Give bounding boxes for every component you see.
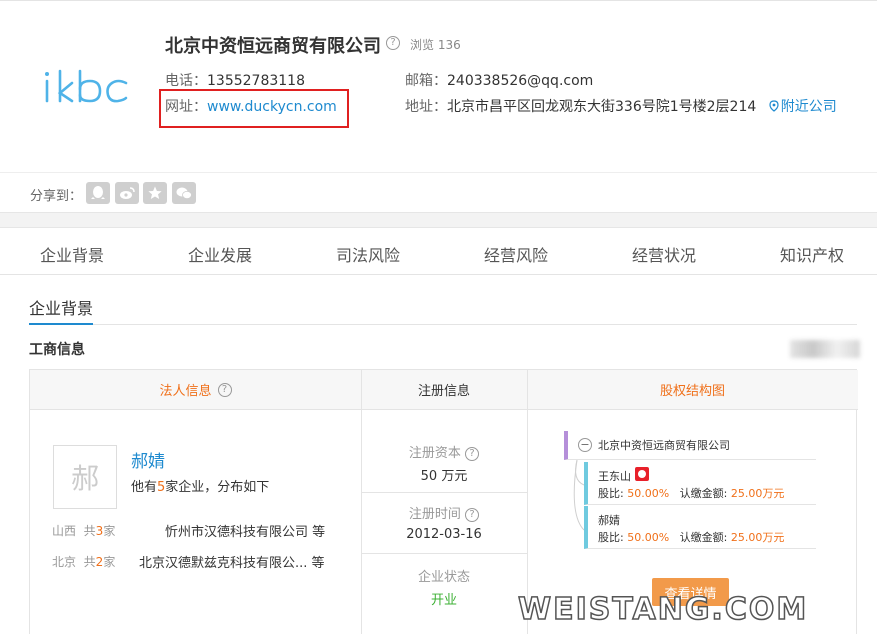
list-item: 北京 共2家	[52, 555, 116, 569]
address-line: 地址：北京市昌平区回龙观东大街336号院1号楼2层214 附近公司	[405, 99, 837, 115]
enterprise-link[interactable]: 北京汉德默兹克科技有限公... 等	[139, 552, 325, 571]
section-divider	[29, 324, 857, 325]
shareholder-node[interactable]: 郝婧 股比: 50.00% 认缴金额: 25.00万元	[584, 506, 816, 549]
help-icon[interactable]: ?	[217, 382, 232, 397]
wechat-icon	[176, 187, 192, 199]
legal-person-header: 法人信息 ?	[30, 370, 361, 410]
collapse-icon[interactable]: −	[578, 438, 592, 452]
share-qq-button[interactable]	[86, 182, 110, 204]
legal-person-name[interactable]: 郝婧	[131, 447, 165, 472]
tab-operating-status[interactable]: 经营状况	[632, 242, 696, 266]
registration-column: 注册资本 ? 50 万元 注册时间 ? 2012-03-16 企业状态 开业	[361, 410, 527, 634]
list-item: 山西 共3家	[52, 524, 116, 538]
section-title: 企业背景	[29, 299, 94, 318]
location-pin-icon	[769, 100, 779, 112]
person-badge-icon	[635, 467, 649, 481]
enterprise-link[interactable]: 忻州市汉德科技有限公司 等	[165, 521, 325, 540]
tab-operating-risk[interactable]: 经营风险	[484, 242, 548, 266]
row-divider	[361, 492, 527, 493]
capital-value: 50 万元	[420, 469, 468, 484]
blurred-element	[790, 340, 860, 358]
help-icon[interactable]: ?	[465, 446, 480, 461]
tab-development[interactable]: 企业发展	[188, 242, 252, 266]
website-highlight-box	[159, 89, 349, 128]
capital-label: 注册资本 ?	[361, 442, 527, 461]
qq-icon	[91, 186, 105, 199]
share-weibo-button[interactable]	[115, 182, 139, 204]
status-label: 企业状态	[417, 570, 470, 585]
tab-legal-risk[interactable]: 司法风险	[336, 242, 400, 266]
avatar: 郝	[53, 445, 117, 509]
registration-header: 注册信息	[361, 370, 527, 410]
company-logo	[45, 69, 128, 103]
share-label: 分享到：	[30, 189, 83, 204]
weibo-icon	[120, 187, 135, 199]
legal-person-summary: 他有5家企业，分布如下	[131, 480, 270, 495]
phone-value: 13552783118	[207, 73, 305, 89]
share-favorite-button[interactable]	[143, 182, 167, 204]
email-line: 邮箱：240338526@qq.com	[405, 73, 594, 89]
email-value[interactable]: 240338526@qq.com	[447, 73, 593, 89]
business-info-heading: 工商信息	[29, 342, 85, 358]
date-value: 2012-03-16	[406, 527, 482, 542]
company-header: 北京中资恒远商贸有限公司 ? 浏览 136 电话：13552783118 邮箱：…	[0, 0, 877, 172]
help-icon[interactable]: ?	[386, 36, 400, 50]
status-badge: 开业	[430, 593, 457, 608]
main-tabs: 企业背景 企业发展 司法风险 经营风险 经营状况 知识产权	[0, 229, 877, 275]
company-name: 北京中资恒远商贸有限公司	[165, 36, 381, 57]
equity-root-node[interactable]: − 北京中资恒远商贸有限公司	[564, 431, 816, 460]
phone-line: 电话：13552783118	[165, 73, 305, 89]
share-bar: 分享到：	[0, 172, 877, 212]
star-icon	[148, 186, 162, 199]
address-value: 北京市昌平区回龙观东大街336号院1号楼2层214	[447, 99, 757, 115]
watermark: WEISTANG.COM	[517, 591, 809, 628]
date-label: 注册时间 ?	[361, 503, 527, 522]
nearby-companies-link[interactable]: 附近公司	[769, 99, 837, 115]
share-wechat-button[interactable]	[172, 182, 196, 204]
view-count: 浏览 136	[410, 38, 461, 52]
shareholder-node[interactable]: 王东山 股比: 50.00% 认缴金额: 25.00万元	[584, 462, 816, 505]
row-divider	[361, 553, 527, 554]
tab-background[interactable]: 企业背景	[40, 242, 104, 266]
help-icon[interactable]: ?	[465, 507, 480, 522]
tab-intellectual-property[interactable]: 知识产权	[780, 242, 844, 266]
section-title-underline	[29, 323, 93, 325]
section-separator	[0, 212, 877, 228]
